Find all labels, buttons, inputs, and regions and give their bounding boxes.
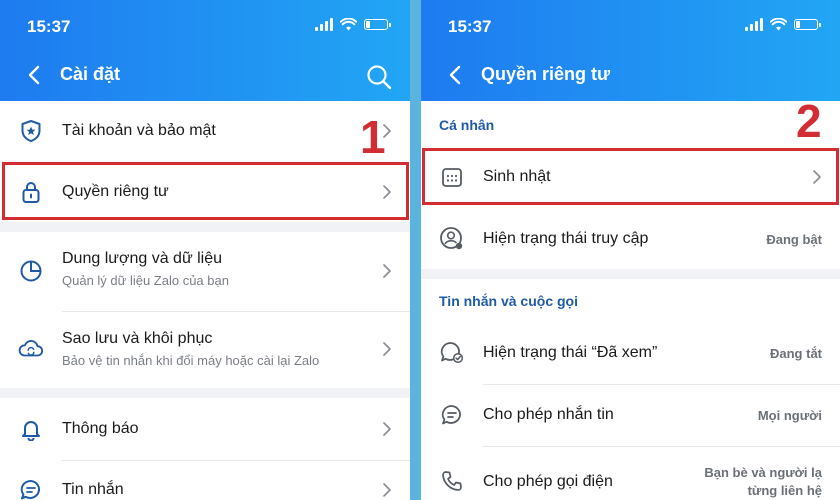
divider bbox=[483, 446, 840, 447]
pie-chart-icon bbox=[18, 258, 44, 284]
settings-item-messages[interactable]: Tin nhắn bbox=[0, 461, 410, 500]
settings-item-label: Dung lượng và dữ liệu bbox=[62, 250, 222, 267]
privacy-item-allow-calls[interactable]: Cho phép gọi điện Bạn bè và người lạ từn… bbox=[421, 448, 840, 500]
chevron-right-icon bbox=[383, 422, 391, 436]
privacy-item-label: Cho phép gọi điện bbox=[483, 473, 613, 490]
chevron-right-icon bbox=[383, 483, 391, 497]
settings-item-label: Tài khoản và bảo mật bbox=[62, 122, 216, 139]
signal-icon bbox=[745, 18, 763, 31]
cloud-sync-icon bbox=[18, 336, 44, 362]
settings-item-label: Sao lưu và khôi phục bbox=[62, 330, 213, 347]
chevron-right-icon bbox=[383, 342, 391, 356]
privacy-item-seen-status[interactable]: Hiện trạng thái “Đã xem” Đang tắt bbox=[421, 324, 840, 382]
settings-item-account-security[interactable]: Tài khoản và bảo mật bbox=[0, 101, 410, 161]
page-title: Cài đặt bbox=[60, 64, 121, 84]
privacy-item-allow-messages[interactable]: Cho phép nhắn tin Mọi người bbox=[421, 386, 840, 444]
chat-bubble-icon bbox=[18, 477, 44, 500]
wifi-icon bbox=[770, 18, 787, 31]
settings-item-subtitle: Bảo vệ tin nhắn khi đổi máy hoặc cài lại… bbox=[62, 353, 320, 368]
battery-icon bbox=[794, 19, 821, 30]
settings-item-label: Tin nhắn bbox=[62, 481, 124, 498]
privacy-item-value-line2: từng liên hệ bbox=[747, 483, 822, 498]
privacy-item-value: Đang bật bbox=[766, 231, 822, 247]
step-number-2: 2 bbox=[796, 95, 822, 147]
settings-item-subtitle: Quản lý dữ liệu Zalo của bạn bbox=[62, 273, 229, 288]
privacy-item-online-status[interactable]: Hiện trạng thái truy cập Đang bật bbox=[421, 210, 840, 268]
status-time: 15:37 bbox=[27, 17, 71, 36]
status-icons bbox=[315, 18, 391, 31]
header-bar: 15:37 Quyền riêng tư bbox=[421, 0, 840, 101]
privacy-item-value: Mọi người bbox=[757, 407, 822, 423]
search-icon[interactable] bbox=[366, 64, 392, 90]
settings-item-label: Thông báo bbox=[62, 420, 139, 437]
privacy-item-value: Đang tắt bbox=[770, 345, 822, 361]
section-separator bbox=[0, 388, 410, 398]
back-arrow-icon[interactable] bbox=[445, 64, 467, 86]
chat-bubble-icon bbox=[439, 402, 465, 428]
back-arrow-icon[interactable] bbox=[24, 64, 46, 86]
phone-icon bbox=[439, 468, 465, 494]
step-number-1: 1 bbox=[360, 111, 386, 163]
status-icons bbox=[745, 18, 821, 31]
privacy-screen: 15:37 Quyền riêng tư Cá nhân 2 Sinh nhật… bbox=[421, 0, 840, 500]
privacy-item-label: Cho phép nhắn tin bbox=[483, 406, 614, 423]
page-title: Quyền riêng tư bbox=[481, 64, 611, 84]
privacy-item-label: Hiện trạng thái “Đã xem” bbox=[483, 344, 658, 361]
settings-item-storage[interactable]: Dung lượng và dữ liệu Quản lý dữ liệu Za… bbox=[0, 232, 410, 310]
section-separator bbox=[421, 269, 840, 279]
privacy-item-value-line1: Bạn bè và người lạ bbox=[704, 465, 822, 480]
privacy-item-value: Bạn bè và người lạ từng liên hệ bbox=[704, 464, 822, 500]
bell-icon bbox=[18, 416, 44, 442]
highlight-box-birthday bbox=[422, 148, 839, 205]
shield-icon bbox=[18, 118, 44, 144]
header-bar: 15:37 Cài đặt bbox=[0, 0, 410, 101]
divider bbox=[483, 384, 840, 385]
settings-item-backup[interactable]: Sao lưu và khôi phục Bảo vệ tin nhắn khi… bbox=[0, 312, 410, 388]
section-title-messages-calls: Tin nhắn và cuộc gọi bbox=[439, 293, 578, 309]
battery-icon bbox=[364, 19, 391, 30]
user-status-icon bbox=[439, 226, 465, 252]
seen-check-icon bbox=[439, 340, 465, 366]
highlight-box-privacy bbox=[2, 162, 409, 220]
section-title-personal: Cá nhân bbox=[439, 117, 495, 133]
settings-screen: 15:37 Cài đặt Tài khoản và bảo mật Quyền… bbox=[0, 0, 410, 500]
privacy-item-label: Hiện trạng thái truy cập bbox=[483, 230, 649, 247]
section-separator bbox=[0, 222, 410, 232]
wifi-icon bbox=[340, 18, 357, 31]
signal-icon bbox=[315, 18, 333, 31]
status-time: 15:37 bbox=[448, 17, 492, 36]
chevron-right-icon bbox=[383, 264, 391, 278]
settings-item-notifications[interactable]: Thông báo bbox=[0, 398, 410, 460]
